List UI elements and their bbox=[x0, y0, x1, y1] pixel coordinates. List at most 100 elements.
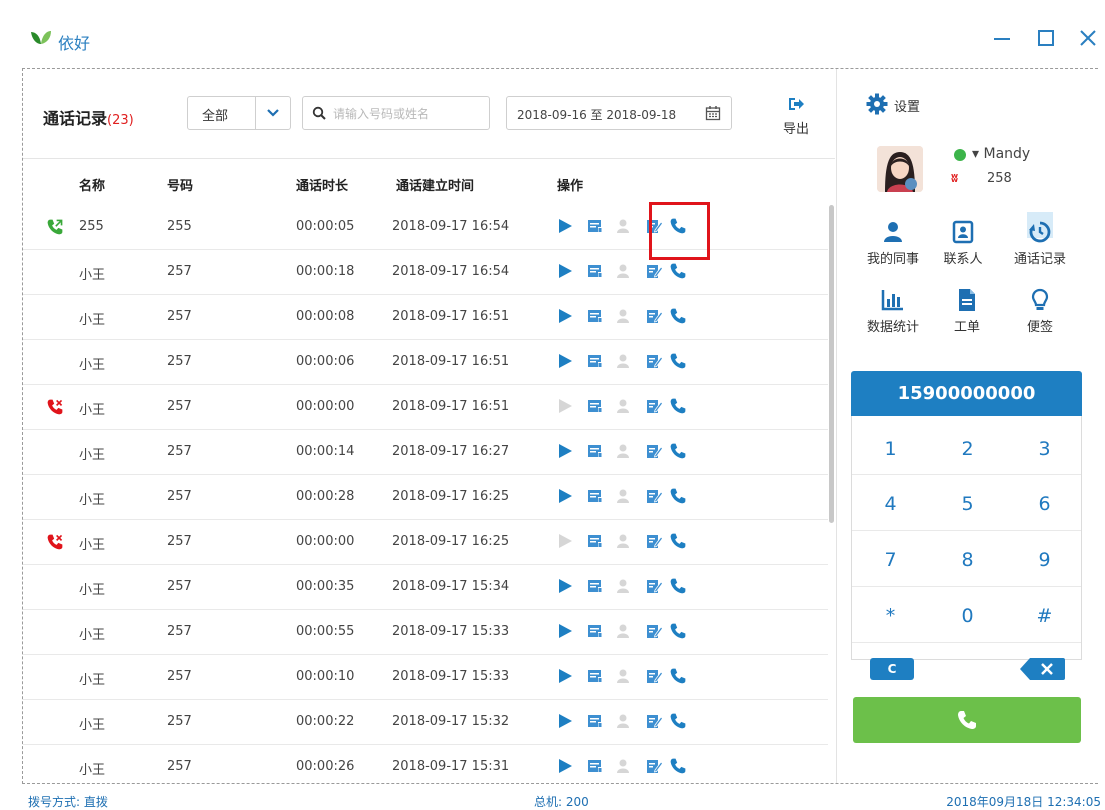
callback-phone-icon[interactable] bbox=[669, 442, 687, 460]
play-recording-icon[interactable] bbox=[556, 442, 574, 460]
callback-phone-icon[interactable] bbox=[669, 262, 687, 280]
key-1[interactable]: 1 bbox=[852, 422, 929, 477]
call-detail-icon[interactable] bbox=[586, 262, 604, 280]
tool-my-colleagues[interactable]: 我的同事 bbox=[858, 220, 928, 267]
edit-note-icon[interactable] bbox=[645, 307, 663, 325]
table-row[interactable]: 小王 257 00:00:35 2018-09-17 15:34 bbox=[23, 565, 828, 610]
call-detail-icon[interactable] bbox=[586, 442, 604, 460]
call-detail-icon[interactable] bbox=[586, 757, 604, 775]
callback-phone-icon[interactable] bbox=[669, 487, 687, 505]
key-3[interactable]: 3 bbox=[1006, 422, 1083, 477]
edit-note-icon[interactable] bbox=[645, 712, 663, 730]
callback-phone-icon[interactable] bbox=[669, 667, 687, 685]
callback-phone-icon[interactable] bbox=[669, 712, 687, 730]
row-number: 257 bbox=[167, 579, 192, 594]
search-input[interactable] bbox=[331, 104, 485, 124]
call-detail-icon[interactable] bbox=[586, 397, 604, 415]
call-detail-icon[interactable] bbox=[586, 217, 604, 235]
call-detail-icon[interactable] bbox=[586, 487, 604, 505]
key-9[interactable]: 9 bbox=[1006, 533, 1083, 588]
clear-button[interactable]: C bbox=[870, 658, 914, 680]
dial-call-button[interactable] bbox=[853, 697, 1081, 743]
user-name[interactable]: ▾ Mandy bbox=[972, 146, 1030, 162]
dial-number-display[interactable]: 15900000000 bbox=[851, 371, 1082, 416]
play-recording-icon[interactable] bbox=[556, 352, 574, 370]
call-detail-icon[interactable] bbox=[586, 622, 604, 640]
dropdown-toggle[interactable] bbox=[255, 97, 290, 129]
avatar[interactable] bbox=[877, 146, 923, 192]
search-box[interactable] bbox=[302, 96, 490, 130]
play-recording-icon[interactable] bbox=[556, 307, 574, 325]
maximize-icon[interactable] bbox=[1034, 26, 1058, 50]
key-4[interactable]: 4 bbox=[852, 477, 929, 532]
table-scrollbar[interactable] bbox=[829, 205, 834, 523]
play-recording-icon[interactable] bbox=[556, 217, 574, 235]
tool-statistics[interactable]: 数据统计 bbox=[858, 288, 928, 335]
play-recording-icon[interactable] bbox=[556, 487, 574, 505]
play-recording-icon[interactable] bbox=[556, 757, 574, 775]
edit-note-icon[interactable] bbox=[645, 352, 663, 370]
key-5[interactable]: 5 bbox=[929, 477, 1006, 532]
type-filter-select[interactable]: 全部 bbox=[187, 96, 291, 130]
tool-notes[interactable]: 便签 bbox=[1005, 288, 1075, 335]
key-7[interactable]: 7 bbox=[852, 533, 929, 588]
tool-call-history[interactable]: 通话记录 bbox=[1005, 212, 1075, 267]
call-detail-icon[interactable] bbox=[586, 667, 604, 685]
add-contact-icon bbox=[617, 219, 629, 233]
table-row[interactable]: 255 255 00:00:05 2018-09-17 16:54 bbox=[23, 205, 828, 250]
callback-phone-icon[interactable] bbox=[669, 217, 687, 235]
tool-tickets[interactable]: 工单 bbox=[932, 288, 1002, 335]
edit-note-icon[interactable] bbox=[645, 757, 663, 775]
table-row[interactable]: 小王 257 00:00:55 2018-09-17 15:33 bbox=[23, 610, 828, 655]
table-row[interactable]: 小王 257 00:00:18 2018-09-17 16:54 bbox=[23, 250, 828, 295]
edit-note-icon[interactable] bbox=[645, 577, 663, 595]
table-row[interactable]: 小王 257 00:00:00 2018-09-17 16:51 bbox=[23, 385, 828, 430]
callback-phone-icon[interactable] bbox=[669, 577, 687, 595]
play-recording-icon[interactable] bbox=[556, 262, 574, 280]
key-6[interactable]: 6 bbox=[1006, 477, 1083, 532]
key-hash[interactable]: # bbox=[1006, 589, 1083, 644]
call-detail-icon[interactable] bbox=[586, 712, 604, 730]
callback-phone-icon[interactable] bbox=[669, 352, 687, 370]
table-row[interactable]: 小王 257 00:00:28 2018-09-17 16:25 bbox=[23, 475, 828, 520]
play-recording-icon[interactable] bbox=[556, 577, 574, 595]
callback-phone-icon[interactable] bbox=[669, 757, 687, 775]
edit-note-icon[interactable] bbox=[645, 622, 663, 640]
row-time: 2018-09-17 16:25 bbox=[392, 489, 510, 504]
play-recording-icon[interactable] bbox=[556, 622, 574, 640]
callback-phone-icon[interactable] bbox=[669, 532, 687, 550]
edit-note-icon[interactable] bbox=[645, 397, 663, 415]
edit-note-icon[interactable] bbox=[645, 487, 663, 505]
row-number: 257 bbox=[167, 534, 192, 549]
edit-note-icon[interactable] bbox=[645, 217, 663, 235]
callback-phone-icon[interactable] bbox=[669, 307, 687, 325]
edit-note-icon[interactable] bbox=[645, 667, 663, 685]
play-recording-icon[interactable] bbox=[556, 712, 574, 730]
table-row[interactable]: 小王 257 00:00:08 2018-09-17 16:51 bbox=[23, 295, 828, 340]
table-row[interactable]: 小王 257 00:00:00 2018-09-17 16:25 bbox=[23, 520, 828, 565]
call-detail-icon[interactable] bbox=[586, 352, 604, 370]
key-star[interactable]: * bbox=[852, 589, 929, 644]
edit-note-icon[interactable] bbox=[645, 442, 663, 460]
callback-phone-icon[interactable] bbox=[669, 622, 687, 640]
call-detail-icon[interactable] bbox=[586, 577, 604, 595]
table-row[interactable]: 小王 257 00:00:14 2018-09-17 16:27 bbox=[23, 430, 828, 475]
export-button[interactable]: 导出 bbox=[778, 96, 814, 140]
play-recording-icon[interactable] bbox=[556, 667, 574, 685]
edit-note-icon[interactable] bbox=[645, 532, 663, 550]
call-detail-icon[interactable] bbox=[586, 532, 604, 550]
table-row[interactable]: 小王 257 00:00:06 2018-09-17 16:51 bbox=[23, 340, 828, 385]
key-8[interactable]: 8 bbox=[929, 533, 1006, 588]
backspace-icon[interactable] bbox=[1020, 658, 1065, 680]
table-row[interactable]: 小王 257 00:00:22 2018-09-17 15:32 bbox=[23, 700, 828, 745]
table-row[interactable]: 小王 257 00:00:10 2018-09-17 15:33 bbox=[23, 655, 828, 700]
tool-contacts[interactable]: 联系人 bbox=[928, 220, 998, 267]
edit-note-icon[interactable] bbox=[645, 262, 663, 280]
key-0[interactable]: 0 bbox=[929, 589, 1006, 644]
key-2[interactable]: 2 bbox=[929, 422, 1006, 477]
call-detail-icon[interactable] bbox=[586, 307, 604, 325]
close-icon[interactable] bbox=[1076, 26, 1100, 50]
date-range-picker[interactable]: 2018-09-16 至 2018-09-18 bbox=[506, 96, 732, 130]
minimize-icon[interactable] bbox=[990, 26, 1014, 50]
callback-phone-icon[interactable] bbox=[669, 397, 687, 415]
